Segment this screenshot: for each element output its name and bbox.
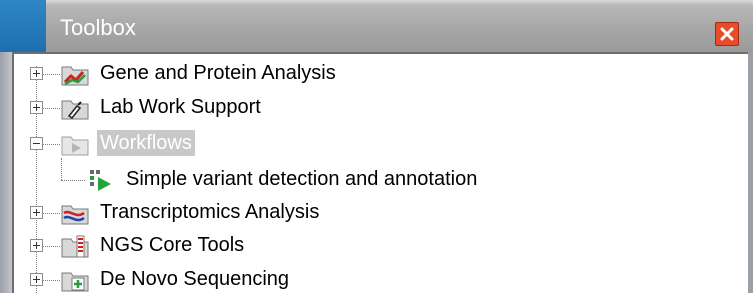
ngs-core-tools-folder-icon bbox=[61, 235, 89, 258]
tree-line bbox=[42, 74, 60, 75]
transcriptomics-folder-icon bbox=[61, 205, 89, 225]
tree-item-label: Simple variant detection and annotation bbox=[126, 168, 478, 190]
toolbox-panel: Toolbox Gene and Protein Analysis Lab Wo… bbox=[0, 0, 753, 293]
tree-item-label: Gene and Protein Analysis bbox=[100, 62, 336, 84]
title-bar-accent bbox=[0, 0, 46, 52]
close-button[interactable] bbox=[715, 22, 739, 46]
frame-left bbox=[0, 52, 12, 293]
workflow-run-icon bbox=[90, 170, 111, 191]
expand-button[interactable] bbox=[30, 101, 43, 114]
tree-line bbox=[42, 246, 60, 247]
window-title: Toolbox bbox=[60, 15, 136, 40]
tree-item-label: Lab Work Support bbox=[100, 96, 261, 118]
close-icon bbox=[720, 27, 734, 41]
gene-protein-folder-icon bbox=[61, 66, 89, 86]
expand-button[interactable] bbox=[30, 67, 43, 80]
tree-item-label: De Novo Sequencing bbox=[100, 268, 290, 290]
tree-line bbox=[42, 108, 60, 109]
tree-line bbox=[42, 144, 60, 145]
expand-button[interactable] bbox=[30, 206, 43, 219]
de-novo-folder-icon bbox=[61, 272, 89, 292]
tree-line bbox=[42, 213, 60, 214]
tree-item-label: NGS Core Tools bbox=[100, 234, 245, 256]
lab-work-folder-icon bbox=[61, 100, 89, 120]
tree-item-label: Workflows bbox=[97, 130, 195, 156]
expand-button[interactable] bbox=[30, 273, 43, 286]
tree-line bbox=[42, 280, 60, 281]
expand-button[interactable] bbox=[30, 239, 43, 252]
toolbox-tree[interactable]: Gene and Protein Analysis Lab Work Suppo… bbox=[12, 52, 748, 293]
workflows-folder-icon bbox=[61, 136, 89, 156]
title-bar-edge bbox=[46, 0, 753, 5]
frame-right bbox=[748, 52, 753, 293]
tree-line bbox=[61, 180, 85, 181]
collapse-button[interactable] bbox=[30, 137, 43, 150]
tree-item-label: Transcriptomics Analysis bbox=[100, 201, 320, 223]
tree-line bbox=[61, 158, 62, 180]
title-bar[interactable]: Toolbox bbox=[0, 0, 753, 52]
